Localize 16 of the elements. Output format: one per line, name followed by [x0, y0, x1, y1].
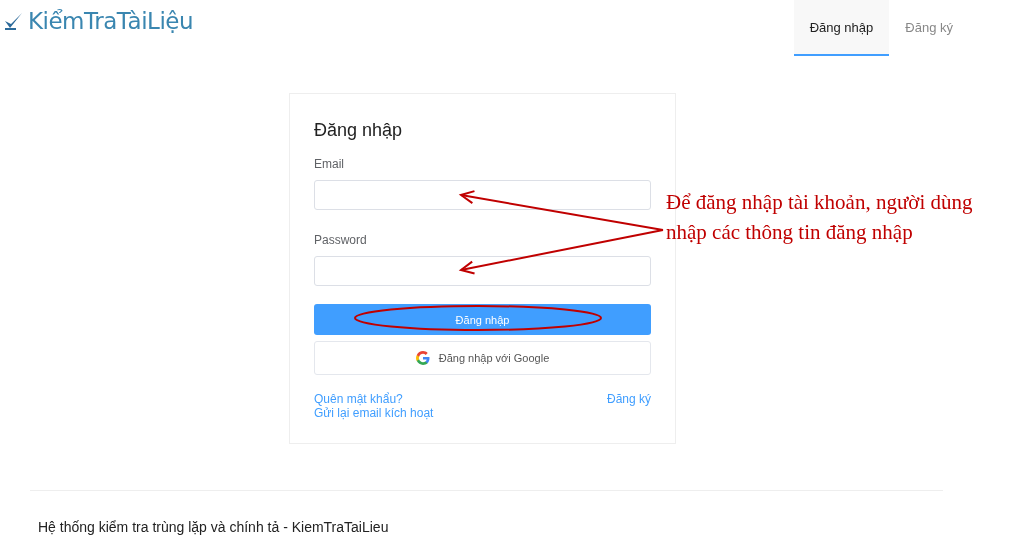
annotation-text: Để đăng nhập tài khoản, người dùng nhập các thông tin đăng nhập [666, 189, 974, 246]
nav-tab[interactable]: Đăng ký [889, 0, 969, 56]
field-label: Password [314, 233, 368, 247]
register-link[interactable]: Đăng ký [606, 392, 651, 420]
resend-activation-link[interactable]: Gửi lại email kích hoạt [314, 406, 434, 420]
forgot-password-link[interactable]: Quên mật khẩu? [314, 392, 434, 406]
input-field[interactable] [314, 256, 651, 286]
google-icon [415, 351, 430, 365]
input-field[interactable] [314, 180, 651, 210]
logo[interactable]: KiểmTraTàiLiệu [28, 8, 194, 34]
login-button[interactable]: Đăng nhập [314, 304, 651, 335]
field-label: Email [314, 157, 345, 171]
nav-tab[interactable]: Đăng nhập [793, 0, 890, 56]
google-login-button[interactable]: Đăng nhập với Google [314, 341, 651, 375]
card-title: Đăng nhập [314, 120, 404, 141]
footer-text: Hệ thống kiểm tra trùng lặp và chính tả - KiemTraTaiLieu [38, 519, 389, 535]
